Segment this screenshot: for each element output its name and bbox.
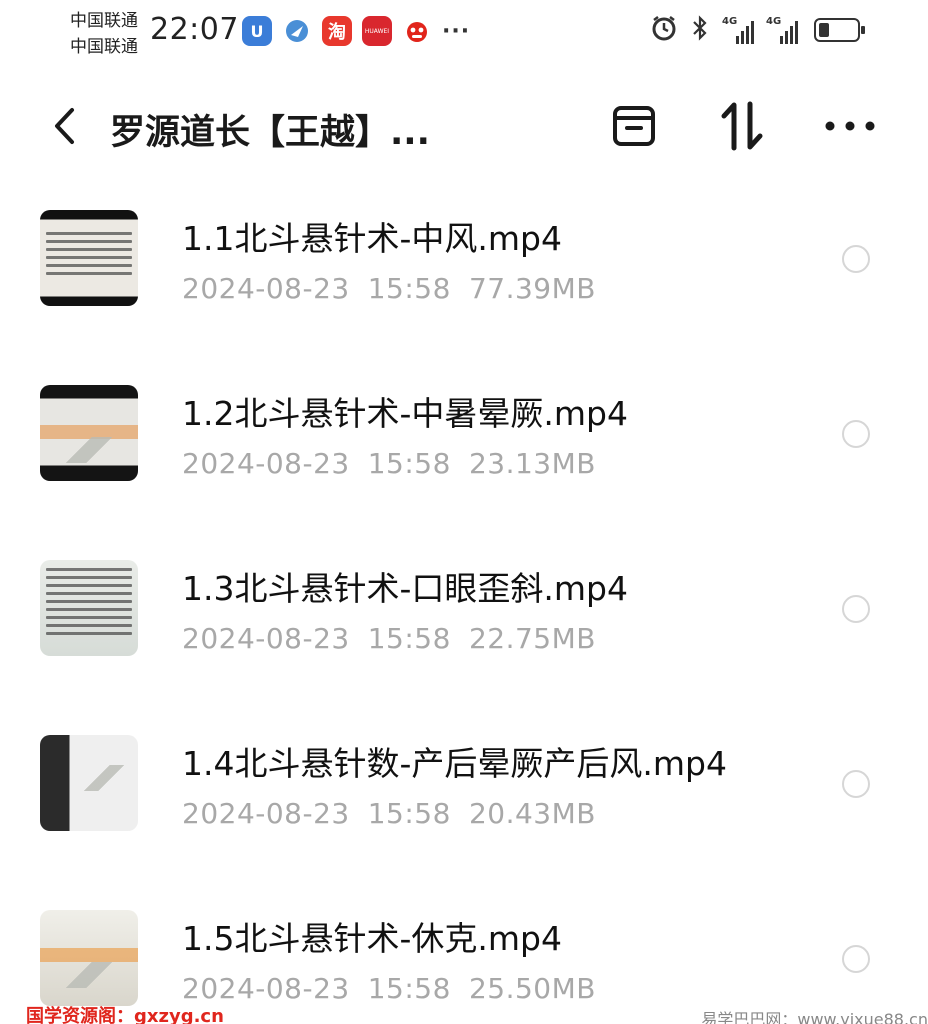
file-time: 15:58 [367, 447, 451, 480]
signal-sim2-icon: 4G [766, 16, 798, 44]
file-list: 1.1北斗悬针术-中风.mp4 2024-08-23 15:58 77.39MB 1… [0, 190, 928, 1024]
file-size: 20.43MB [468, 797, 596, 830]
jd-icon [402, 16, 432, 46]
carrier-2: 中国联通 [70, 37, 138, 57]
system-icons: 4G 4G [650, 14, 865, 46]
archive-button[interactable] [606, 100, 662, 152]
select-radio[interactable] [842, 420, 870, 448]
more-options-button[interactable] [822, 100, 878, 152]
video-thumbnail [40, 735, 138, 831]
chevron-left-icon [55, 108, 74, 144]
file-meta: 2024-08-23 15:58 22.75MB [182, 622, 596, 655]
notification-app-icons: U 淘 HUAWEI ··· [242, 16, 470, 46]
watermark-right: 易学巴巴网：www.yixue88.cn [701, 1010, 928, 1024]
file-date: 2024-08-23 [182, 972, 350, 1005]
file-meta: 2024-08-23 15:58 20.43MB [182, 797, 596, 830]
file-size: 25.50MB [468, 972, 596, 1005]
file-name: 1.3北斗悬针术-口眼歪斜.mp4 [182, 569, 628, 608]
taobao-icon: 淘 [322, 16, 352, 46]
file-row[interactable]: 1.1北斗悬针术-中风.mp4 2024-08-23 15:58 77.39MB [0, 190, 928, 365]
file-time: 15:58 [367, 622, 451, 655]
video-thumbnail [40, 910, 138, 1006]
file-time: 15:58 [367, 797, 451, 830]
video-thumbnail [40, 210, 138, 306]
archive-icon [613, 106, 655, 146]
watermark-left: 国学资源阁：gxzyg.cn [26, 1006, 224, 1024]
bluetooth-icon [690, 14, 710, 46]
video-thumbnail [40, 560, 138, 656]
file-row[interactable]: 1.4北斗悬针数-产后晕厥产后风.mp4 2024-08-23 15:58 20.4… [0, 715, 928, 890]
file-date: 2024-08-23 [182, 622, 350, 655]
select-radio[interactable] [842, 945, 870, 973]
file-name: 1.2北斗悬针术-中暑晕厥.mp4 [182, 394, 628, 433]
file-date: 2024-08-23 [182, 272, 350, 305]
file-name: 1.5北斗悬针术-休克.mp4 [182, 919, 562, 958]
toolbar: 罗源道长【王越】... [0, 88, 928, 168]
file-date: 2024-08-23 [182, 797, 350, 830]
signal-sim1-icon: 4G [722, 16, 754, 44]
video-thumbnail [40, 385, 138, 481]
select-radio[interactable] [842, 245, 870, 273]
page-title: 罗源道长【王越】... [110, 113, 430, 153]
file-name: 1.4北斗悬针数-产后晕厥产后风.mp4 [182, 744, 727, 783]
file-time: 15:58 [367, 972, 451, 1005]
file-size: 23.13MB [468, 447, 596, 480]
file-meta: 2024-08-23 15:58 25.50MB [182, 972, 596, 1005]
file-size: 22.75MB [468, 622, 596, 655]
file-name: 1.1北斗悬针术-中风.mp4 [182, 219, 562, 258]
file-meta: 2024-08-23 15:58 77.39MB [182, 272, 596, 305]
file-time: 15:58 [367, 272, 451, 305]
carrier-1: 中国联通 [70, 11, 138, 31]
select-radio[interactable] [842, 770, 870, 798]
file-row[interactable]: 1.2北斗悬针术-中暑晕厥.mp4 2024-08-23 15:58 23.13MB [0, 365, 928, 540]
select-radio[interactable] [842, 595, 870, 623]
file-date: 2024-08-23 [182, 447, 350, 480]
file-meta: 2024-08-23 15:58 23.13MB [182, 447, 596, 480]
carrier-labels: 中国联通 中国联通 [70, 8, 138, 60]
sort-button[interactable] [714, 100, 770, 152]
feather-app-icon [282, 16, 312, 46]
huawei-icon: HUAWEI [362, 16, 392, 46]
status-bar: 中国联通 中国联通 22:07 U 淘 HUAWEI ··· 4G 4G [0, 0, 928, 62]
u-app-icon: U [242, 16, 272, 46]
back-button[interactable] [44, 104, 84, 148]
file-row[interactable]: 1.3北斗悬针术-口眼歪斜.mp4 2024-08-23 15:58 22.75MB [0, 540, 928, 715]
battery-icon [814, 18, 865, 42]
alarm-icon [650, 14, 678, 46]
clock: 22:07 [150, 12, 239, 47]
sort-icon [721, 101, 763, 151]
file-size: 77.39MB [468, 272, 596, 305]
more-dots-icon [825, 121, 875, 131]
more-notifications-icon: ··· [442, 18, 471, 44]
